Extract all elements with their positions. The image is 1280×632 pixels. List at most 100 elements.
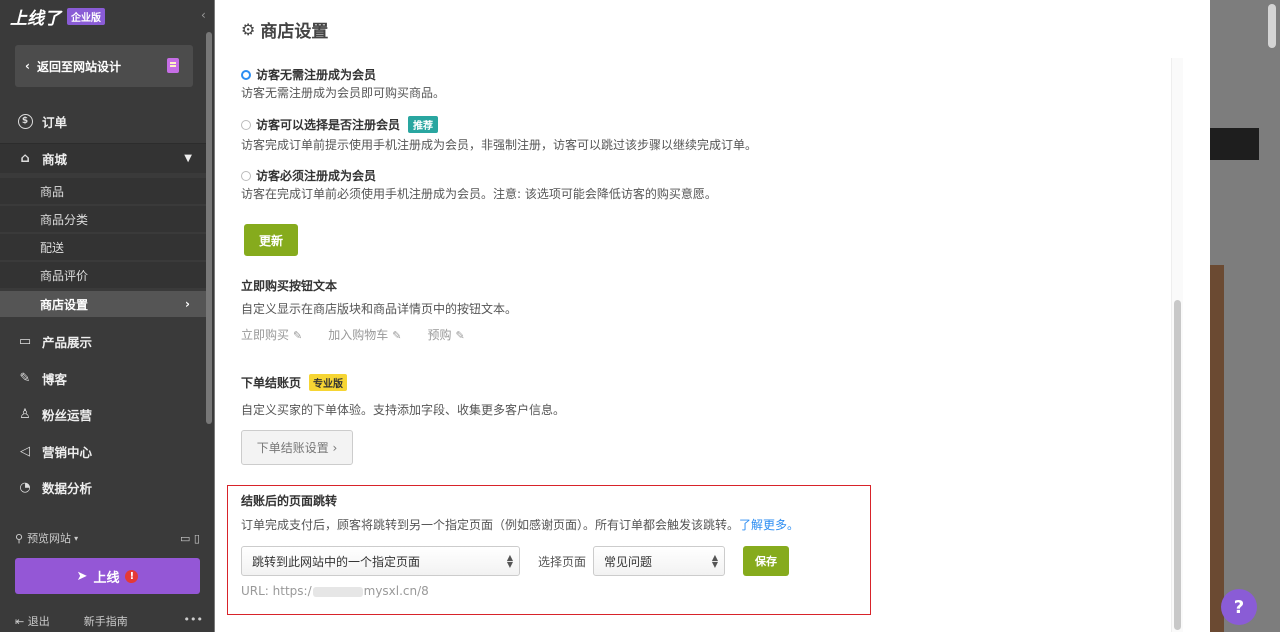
button-text-add-cart[interactable]: 加入购物车 ✎ (328, 326, 401, 343)
checkout-settings-button[interactable]: 下单结账设置 › (241, 430, 353, 465)
nav-orders-label: 订单 (42, 114, 68, 130)
megaphone-icon: ◁ (20, 443, 30, 459)
preorder-text: 预购 (427, 328, 452, 342)
back-to-design-button[interactable]: ‹ 返回至网站设计 (15, 45, 193, 87)
buy-now-desc: 自定义显示在商店版块和商品详情页中的按钮文本。 (241, 302, 518, 316)
collapse-sidebar-icon[interactable]: ‹ (201, 8, 206, 22)
redirect-type-value: 跳转到此网站中的一个指定页面 (252, 554, 421, 569)
sub-reviews[interactable]: 商品评价 (0, 262, 210, 288)
help-button[interactable]: ? (1221, 589, 1257, 625)
buy-now-text: 立即购买 (241, 328, 290, 342)
checkout-desc: 自定义买家的下单体验。支持添加字段、收集更多客户信息。 (241, 403, 566, 417)
logout-label: 退出 (27, 615, 50, 628)
button-text-preorder[interactable]: 预购 ✎ (427, 326, 464, 343)
radio-must-register[interactable] (241, 170, 251, 181)
buy-now-title: 立即购买按钮文本 (241, 279, 338, 293)
save-button[interactable]: 保存 (743, 546, 789, 576)
option-optional-register[interactable]: 访客可以选择是否注册会员 推荐 (241, 116, 439, 133)
nav-mall[interactable]: ⌂ 商城 ▼ (0, 143, 210, 173)
update-button[interactable]: 更新 (244, 224, 298, 256)
sub-reviews-label: 商品评价 (40, 268, 89, 283)
page-title-text: 商店设置 (260, 22, 329, 42)
preview-site-dropdown[interactable]: 预览网站 (27, 530, 71, 546)
url-suffix: mysxl.cn/8 (363, 584, 429, 598)
redirect-url: URL: https:/ mysxl.cn/8 (241, 584, 429, 598)
users-icon: ♙ (19, 406, 31, 422)
nav-analytics[interactable]: ◔ 数据分析 (0, 472, 210, 502)
sub-store-settings[interactable]: 商店设置 › (0, 291, 210, 317)
chevron-right-icon: › (185, 297, 190, 311)
select-page-label: 选择页面 (538, 555, 587, 569)
url-prefix: URL: https:/ (241, 584, 312, 598)
publish-button[interactable]: ➤ 上线 ! (15, 558, 200, 594)
option-optional-register-desc: 访客完成订单前提示使用手机注册成为会员，非强制注册，访客可以跳过该步骤以继续完成… (241, 138, 758, 152)
currency-icon: $ (17, 113, 33, 129)
button-text-buy-now[interactable]: 立即购买 ✎ (241, 326, 302, 343)
guide-link[interactable]: 新手指南 (84, 613, 128, 629)
redacted-domain (312, 586, 363, 597)
logout-link[interactable]: ⇤ 退出 (15, 613, 50, 629)
paper-plane-icon: ➤ (76, 568, 88, 584)
quill-icon: ✎ (19, 370, 31, 386)
sub-shipping[interactable]: 配送 (0, 234, 210, 260)
search-icon: ⚲ (15, 531, 24, 545)
plan-badge: 企业版 (67, 7, 105, 25)
nav-products-show[interactable]: ▭ 产品展示 (0, 326, 210, 356)
logout-icon: ⇤ (15, 615, 28, 628)
option-no-register-desc: 访客无需注册成为会员即可购买商品。 (241, 86, 446, 100)
nav-orders[interactable]: $ 订单 (0, 106, 210, 136)
nav-analytics-label: 数据分析 (42, 480, 93, 496)
sub-products[interactable]: 商品 (0, 178, 210, 204)
recommended-badge: 推荐 (408, 116, 439, 133)
chevron-left-icon: ‹ (25, 59, 30, 73)
pro-badge: 专业版 (309, 374, 348, 391)
nav-blog[interactable]: ✎ 博客 (0, 363, 210, 393)
nav-mall-label: 商城 (42, 152, 68, 167)
page-title: ⚙ 商店设置 (241, 17, 328, 42)
nav-fans-label: 粉丝运营 (42, 407, 93, 423)
nav-blog-label: 博客 (42, 371, 68, 387)
brand: 上线了 企业版 (0, 0, 214, 32)
nav-marketing[interactable]: ◁ 营销中心 (0, 436, 210, 466)
page-select[interactable]: 常见问题 ▲ ▼ (593, 546, 725, 576)
option-no-register-label: 访客无需注册成为会员 (256, 68, 377, 82)
more-icon[interactable]: ••• (184, 613, 203, 629)
redirect-type-select[interactable]: 跳转到此网站中的一个指定页面 ▲ ▼ (241, 546, 520, 576)
redirect-title: 结账后的页面跳转 (241, 494, 338, 508)
device-toggle-icon[interactable]: ▭ ▯ (180, 532, 200, 545)
preview-dark-bar (1210, 128, 1259, 160)
preview-image (1210, 265, 1224, 632)
button-text-list: 立即购买 ✎ 加入购物车 ✎ 预购 ✎ (241, 326, 491, 343)
store-icon: ⌂ (20, 151, 30, 166)
option-optional-register-label: 访客可以选择是否注册会员 (256, 118, 401, 132)
gear-icon: ⚙ (241, 20, 256, 39)
nav-fans[interactable]: ♙ 粉丝运营 (0, 399, 210, 429)
add-cart-text: 加入购物车 (328, 328, 389, 342)
sub-shipping-label: 配送 (40, 240, 65, 255)
caret-down-icon: ▾ (74, 533, 79, 543)
pencil-icon: ✎ (392, 329, 402, 342)
brand-logo[interactable]: 上线了 (10, 4, 61, 29)
option-no-register[interactable]: 访客无需注册成为会员 (241, 66, 376, 83)
pencil-icon: ✎ (293, 329, 303, 342)
pencil-icon: ✎ (455, 329, 465, 342)
sidebar-footer: ⇤ 退出 新手指南 ••• (15, 613, 203, 629)
sub-products-label: 商品 (40, 184, 65, 199)
select-arrows-icon: ▲ ▼ (506, 553, 513, 569)
radio-optional-register[interactable] (241, 119, 251, 130)
publish-label: 上线 (93, 570, 120, 586)
radio-no-register[interactable] (241, 69, 251, 80)
nav-marketing-label: 营销中心 (42, 444, 93, 460)
learn-more-link[interactable]: 了解更多。 (739, 518, 799, 532)
page-select-value: 常见问题 (604, 554, 653, 569)
sidebar-scrollbar[interactable] (206, 32, 212, 424)
page-scrollbar[interactable] (1268, 4, 1276, 48)
checkout-title-text: 下单结账页 (241, 376, 302, 390)
sub-categories-label: 商品分类 (40, 212, 89, 227)
option-must-register-desc: 访客在完成订单前必须使用手机注册成为会员。注意: 该选项可能会降低访客的购买意愿… (241, 187, 717, 201)
checkout-title: 下单结账页 专业版 (241, 374, 348, 391)
option-must-register[interactable]: 访客必须注册成为会员 (241, 167, 376, 184)
sub-categories[interactable]: 商品分类 (0, 206, 210, 232)
panel-scrollbar[interactable] (1174, 300, 1181, 630)
note-icon (167, 58, 179, 73)
